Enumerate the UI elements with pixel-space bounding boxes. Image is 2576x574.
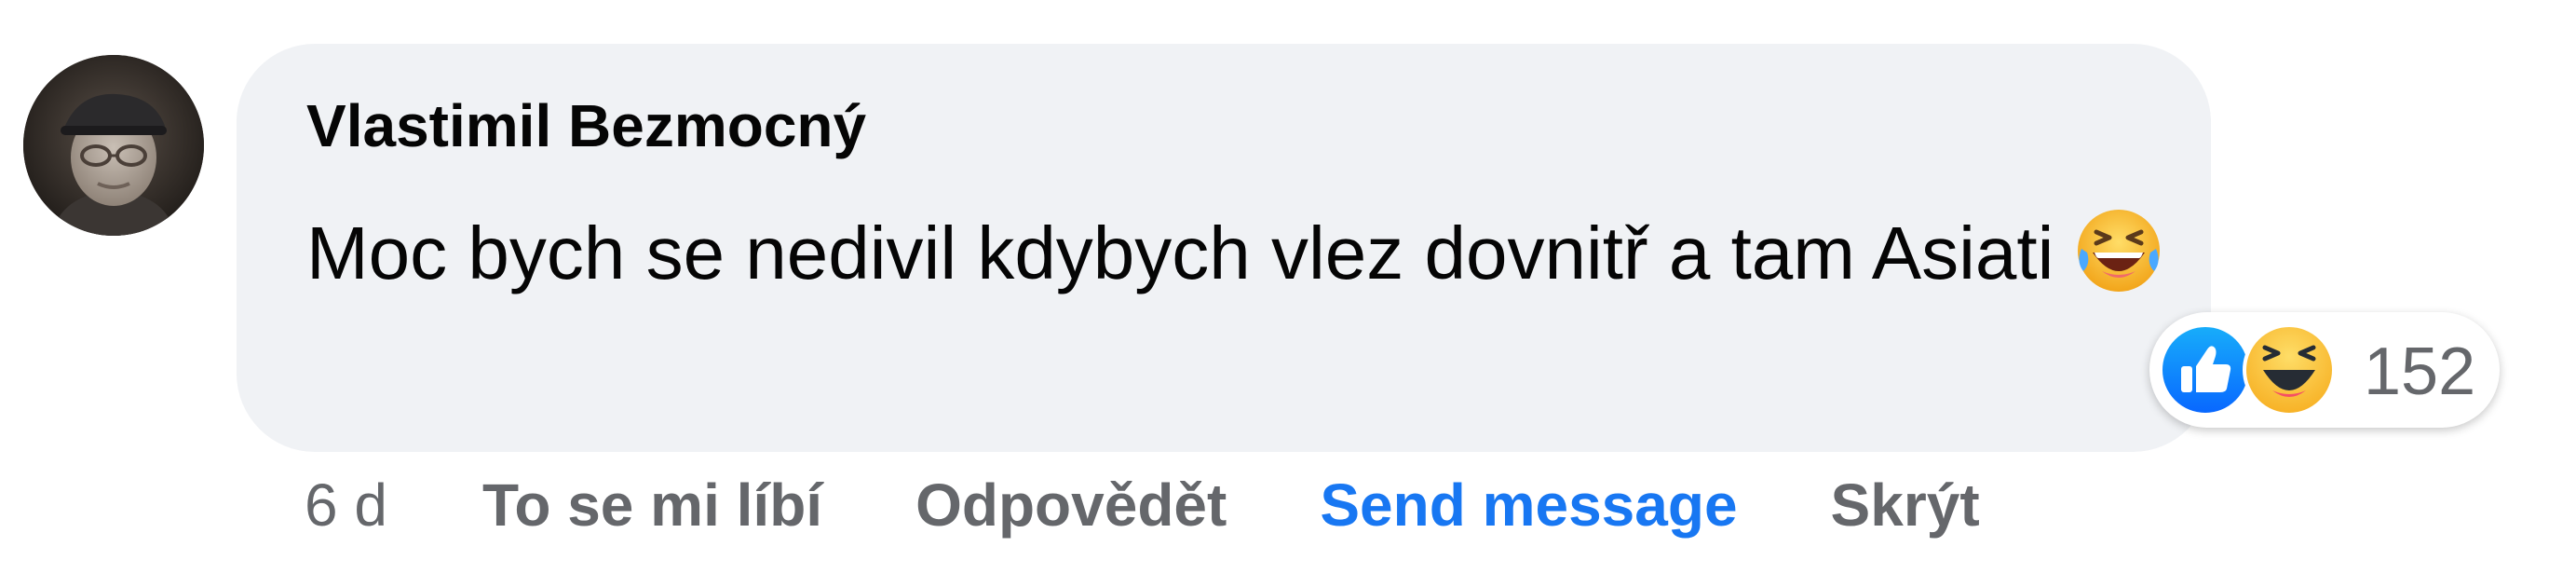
avatar-photo: [23, 55, 204, 236]
comment-author[interactable]: Vlastimil Bezmocný: [306, 96, 866, 156]
like-icon: [2159, 323, 2252, 417]
haha-icon: [2243, 323, 2336, 417]
comment-actions: 6 d To se mi líbí Odpovědět Send message…: [305, 468, 1980, 542]
comment-text: Moc bych se nedivil kdybych vlez dovnitř…: [306, 212, 2054, 294]
reactions-summary[interactable]: 152: [2149, 312, 2500, 428]
face-with-tears-of-joy-icon: [2074, 206, 2163, 328]
send-message-button[interactable]: Send message: [1320, 471, 1737, 540]
comment-timestamp[interactable]: 6 d: [305, 471, 387, 540]
like-button[interactable]: To se mi líbí: [482, 471, 822, 540]
comment-text-block: Moc bych se nedivil kdybych vlez dovnitř…: [306, 196, 2188, 328]
reply-button[interactable]: Odpovědět: [915, 471, 1227, 540]
avatar[interactable]: [23, 55, 204, 236]
hide-button[interactable]: Skrýt: [1831, 471, 1980, 540]
reaction-count: 152: [2364, 335, 2476, 409]
